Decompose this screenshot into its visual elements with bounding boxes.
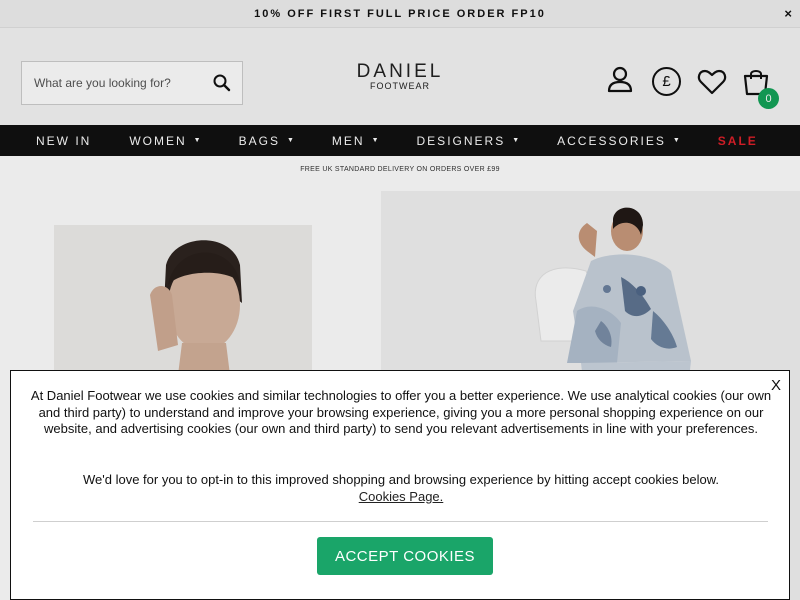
divider [33, 521, 768, 522]
cookie-opt-in-text: We'd love for you to opt-in to this impr… [23, 472, 779, 505]
accept-cookies-button[interactable]: ACCEPT COOKIES [317, 537, 493, 575]
cookies-page-link[interactable]: Cookies Page. [359, 489, 444, 504]
cookie-opt-in-sentence: We'd love for you to opt-in to this impr… [83, 472, 719, 487]
cookie-description: At Daniel Footwear we use cookies and si… [30, 388, 772, 436]
cookie-consent-dialog: X At Daniel Footwear we use cookies and … [10, 370, 790, 600]
